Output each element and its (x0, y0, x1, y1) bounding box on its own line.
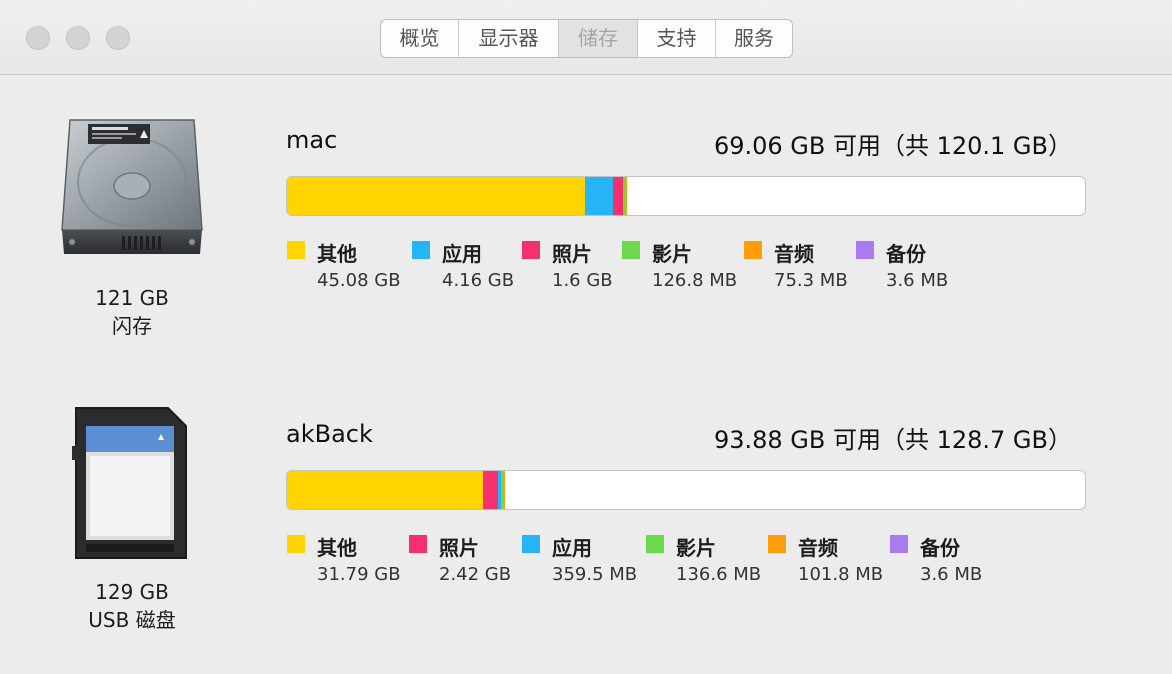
volume-free-space: 93.88 GB 可用（共 128.7 GB） (713, 426, 1072, 454)
storage-bar (286, 176, 1086, 216)
bar-segment-apps (585, 177, 613, 215)
bar-segment-other (287, 177, 585, 215)
legend-value: 75.3 MB (774, 270, 848, 291)
tab-displays[interactable]: 显示器 (459, 20, 559, 57)
legend-swatch (856, 241, 874, 259)
device-capacity: 121 GB (95, 286, 169, 310)
tab-service[interactable]: 服务 (716, 20, 792, 57)
bar-segment-audio (503, 471, 505, 509)
legend-swatch (287, 241, 305, 259)
legend-swatch (768, 535, 786, 553)
storage-bar (286, 470, 1086, 510)
legend-label: 其他 (317, 242, 357, 266)
legend-value: 101.8 MB (798, 564, 884, 585)
legend-swatch (412, 241, 430, 259)
sd-card-icon (72, 407, 187, 559)
legend-value: 45.08 GB (317, 270, 401, 291)
zoom-window-button[interactable] (106, 26, 130, 50)
legend-label: 影片 (676, 536, 716, 560)
legend-value: 126.8 MB (652, 270, 738, 291)
legend-value: 3.6 MB (886, 270, 949, 291)
hard-drive-icon (61, 119, 203, 254)
legend-label: 应用 (552, 536, 592, 560)
volume-name: akBack (286, 420, 373, 448)
legend-value: 31.79 GB (317, 564, 401, 585)
legend-swatch (890, 535, 908, 553)
tab-support[interactable]: 支持 (638, 20, 716, 57)
legend-value: 359.5 MB (552, 564, 638, 585)
close-window-button[interactable] (26, 26, 50, 50)
legend-label: 备份 (886, 242, 926, 266)
bar-segment-other (287, 471, 483, 509)
device-type: USB 磁盘 (88, 608, 176, 632)
legend-value: 3.6 MB (920, 564, 983, 585)
volume-name: mac (286, 126, 338, 154)
legend-label: 应用 (442, 242, 482, 266)
tab-storage[interactable]: 储存 (559, 20, 638, 57)
volume-free-space: 69.06 GB 可用（共 120.1 GB） (713, 132, 1072, 160)
legend-label: 照片 (439, 536, 479, 560)
legend-label: 影片 (652, 242, 692, 266)
bar-segment-photos (483, 471, 498, 509)
legend-label: 音频 (798, 536, 838, 560)
legend-swatch (409, 535, 427, 553)
legend-value: 136.6 MB (676, 564, 762, 585)
device-capacity: 129 GB (95, 580, 169, 604)
bar-segment-audio (625, 177, 627, 215)
device-type: 闪存 (112, 314, 152, 338)
legend-label: 其他 (317, 536, 357, 560)
legend-swatch (287, 535, 305, 553)
title-bar: 概览 显示器 储存 支持 服务 (0, 0, 1172, 75)
legend-swatch (522, 241, 540, 259)
legend-swatch (522, 535, 540, 553)
segmented-tabs: 概览 显示器 储存 支持 服务 (380, 19, 793, 58)
legend-swatch (646, 535, 664, 553)
legend-swatch (622, 241, 640, 259)
minimize-window-button[interactable] (66, 26, 90, 50)
tab-overview[interactable]: 概览 (381, 20, 459, 57)
legend-label: 音频 (774, 242, 814, 266)
legend-value: 1.6 GB (552, 270, 613, 291)
legend-label: 备份 (920, 536, 960, 560)
legend-value: 4.16 GB (442, 270, 515, 291)
legend-swatch (744, 241, 762, 259)
legend-value: 2.42 GB (439, 564, 512, 585)
legend-label: 照片 (552, 242, 592, 266)
bar-segment-photos (613, 177, 623, 215)
